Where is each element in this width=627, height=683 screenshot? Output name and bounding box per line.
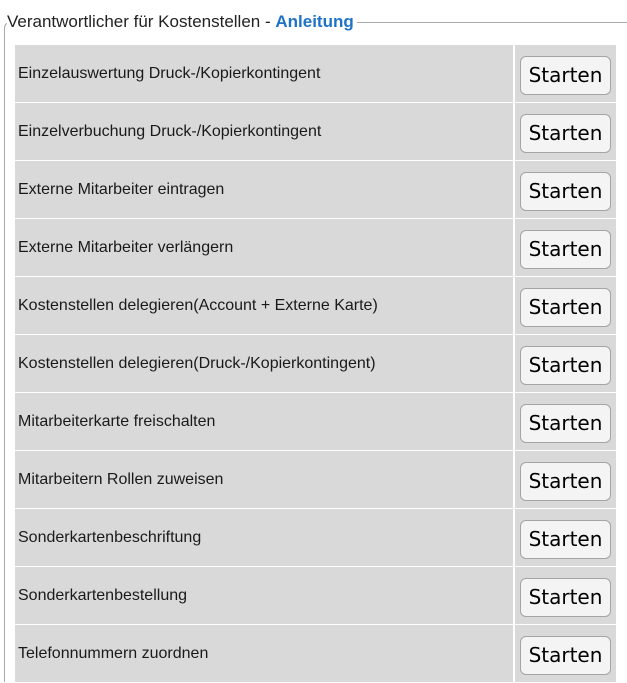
guide-link[interactable]: Anleitung xyxy=(275,12,353,31)
action-row: Telefonnummern zuordnen Starten xyxy=(15,625,616,682)
action-button-cell: Starten xyxy=(515,277,616,334)
action-label: Telefonnummern zuordnen xyxy=(15,625,513,682)
actions-table: Einzelauswertung Druck-/Kopierkontingent… xyxy=(13,44,618,683)
start-button[interactable]: Starten xyxy=(520,462,611,501)
action-row: Einzelauswertung Druck-/Kopierkontingent… xyxy=(15,45,616,102)
action-label: Kostenstellen delegieren(Druck-/Kopierko… xyxy=(15,335,513,392)
section-title: Verantwortlicher für Kostenstellen - xyxy=(7,12,276,31)
action-button-cell: Starten xyxy=(515,103,616,160)
action-button-cell: Starten xyxy=(515,393,616,450)
action-button-cell: Starten xyxy=(515,161,616,218)
start-button[interactable]: Starten xyxy=(520,114,611,153)
action-label: Mitarbeiterkarte freischalten xyxy=(15,393,513,450)
action-label: Kostenstellen delegieren(Account + Exter… xyxy=(15,277,513,334)
action-label: Einzelverbuchung Druck-/Kopierkontingent xyxy=(15,103,513,160)
action-button-cell: Starten xyxy=(515,45,616,102)
action-row: Mitarbeitern Rollen zuweisen Starten xyxy=(15,451,616,508)
start-button[interactable]: Starten xyxy=(520,56,611,95)
action-button-cell: Starten xyxy=(515,335,616,392)
action-button-cell: Starten xyxy=(515,509,616,566)
action-row: Sonderkartenbeschriftung Starten xyxy=(15,509,616,566)
action-row: Sonderkartenbestellung Starten xyxy=(15,567,616,624)
action-label: Externe Mitarbeiter verlängern xyxy=(15,219,513,276)
start-button[interactable]: Starten xyxy=(520,288,611,327)
action-row: Kostenstellen delegieren(Druck-/Kopierko… xyxy=(15,335,616,392)
start-button[interactable]: Starten xyxy=(520,520,611,559)
action-button-cell: Starten xyxy=(515,625,616,682)
action-button-cell: Starten xyxy=(515,567,616,624)
action-label: Mitarbeitern Rollen zuweisen xyxy=(15,451,513,508)
action-label: Einzelauswertung Druck-/Kopierkontingent xyxy=(15,45,513,102)
start-button[interactable]: Starten xyxy=(520,578,611,617)
action-label: Sonderkartenbeschriftung xyxy=(15,509,513,566)
start-button[interactable]: Starten xyxy=(520,404,611,443)
action-row: Einzelverbuchung Druck-/Kopierkontingent… xyxy=(15,103,616,160)
start-button[interactable]: Starten xyxy=(520,636,611,675)
action-button-cell: Starten xyxy=(515,451,616,508)
action-row: Externe Mitarbeiter eintragen Starten xyxy=(15,161,616,218)
section-legend: Verantwortlicher für Kostenstellen - Anl… xyxy=(7,9,357,35)
action-button-cell: Starten xyxy=(515,219,616,276)
action-label: Sonderkartenbestellung xyxy=(15,567,513,624)
start-button[interactable]: Starten xyxy=(520,230,611,269)
action-label: Externe Mitarbeiter eintragen xyxy=(15,161,513,218)
start-button[interactable]: Starten xyxy=(520,172,611,211)
action-row: Mitarbeiterkarte freischalten Starten xyxy=(15,393,616,450)
action-row: Externe Mitarbeiter verlängern Starten xyxy=(15,219,616,276)
start-button[interactable]: Starten xyxy=(520,346,611,385)
action-row: Kostenstellen delegieren(Account + Exter… xyxy=(15,277,616,334)
